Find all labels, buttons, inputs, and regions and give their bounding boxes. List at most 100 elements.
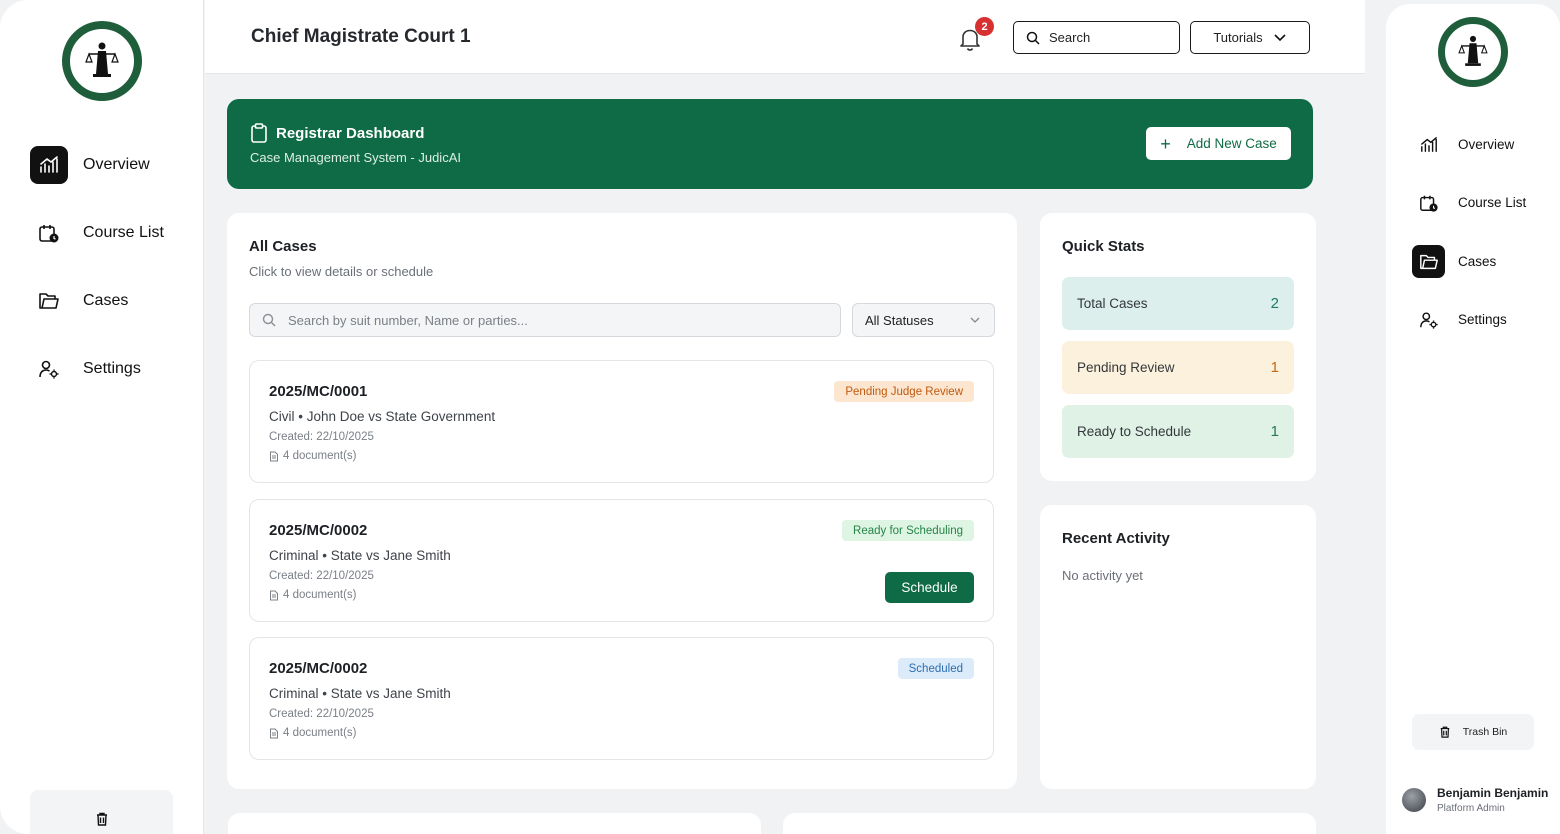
activity-empty-text: No activity yet <box>1062 568 1143 583</box>
all-cases-card: All Cases Click to view details or sched… <box>227 213 1017 789</box>
tutorials-label: Tutorials <box>1213 30 1263 45</box>
case-created: Created: 22/10/2025 <box>269 431 374 443</box>
sidebar-item-cases[interactable]: Cases <box>30 282 128 320</box>
case-card[interactable]: 2025/MC/0002 Criminal • State vs Jane Sm… <box>249 637 994 760</box>
case-search-input[interactable]: Search by suit number, Name or parties..… <box>249 303 841 337</box>
document-icon <box>270 590 278 600</box>
banner-subtitle: Case Management System - JudicAI <box>250 150 461 165</box>
case-number: 2025/MC/0002 <box>269 660 368 677</box>
trash-bin-button[interactable]: Trash Bin <box>1412 714 1534 750</box>
user-name: Benjamin Benjamin <box>1437 786 1549 800</box>
search-icon <box>262 313 276 327</box>
right-sidebar: Overview Course List Cases Settings Tras… <box>1386 4 1560 834</box>
bottom-card-right <box>783 813 1316 834</box>
dashboard-banner: Registrar Dashboard Case Management Syst… <box>227 99 1313 189</box>
case-number: 2025/MC/0002 <box>269 522 368 539</box>
search-button[interactable]: Search <box>1013 21 1180 54</box>
justice-statue-icon <box>1458 35 1488 66</box>
status-badge: Pending Judge Review <box>834 381 974 402</box>
add-new-case-button[interactable]: + Add New Case <box>1146 127 1291 160</box>
stat-label: Pending Review <box>1077 360 1175 375</box>
trash-bin-label: Trash Bin <box>1462 726 1508 738</box>
trash-icon <box>1440 726 1450 738</box>
status-badge: Ready for Scheduling <box>842 520 974 541</box>
case-parties: Civil • John Doe vs State Government <box>269 409 496 424</box>
bottom-card-left <box>228 813 761 834</box>
avatar <box>1402 788 1426 812</box>
sidebar-item-label: Settings <box>83 360 141 377</box>
case-number: 2025/MC/0001 <box>269 383 368 400</box>
case-created: Created: 22/10/2025 <box>269 570 374 582</box>
top-header: Chief Magistrate Court 1 2 Search Tutori… <box>205 0 1365 74</box>
case-documents: 4 document(s) <box>269 589 357 601</box>
sidebar-item-label: Cases <box>83 292 129 309</box>
chart-icon <box>30 146 68 184</box>
document-count: 4 document(s) <box>283 727 357 739</box>
user-role: Platform Admin <box>1437 803 1505 814</box>
case-card[interactable]: 2025/MC/0002 Criminal • State vs Jane Sm… <box>249 499 994 622</box>
case-search-placeholder: Search by suit number, Name or parties..… <box>288 312 528 328</box>
calendar-clock-icon <box>1412 186 1445 219</box>
document-count: 4 document(s) <box>283 589 357 601</box>
sidebar-item-cases[interactable]: Cases <box>1412 245 1496 278</box>
stat-label: Total Cases <box>1077 296 1148 311</box>
case-parties: Criminal • State vs Jane Smith <box>269 686 451 701</box>
status-filter-value: All Statuses <box>865 312 934 328</box>
add-case-label: Add New Case <box>1186 136 1277 151</box>
folder-icon <box>1412 245 1445 278</box>
justice-statue-icon <box>85 42 119 77</box>
sidebar-item-settings[interactable]: Settings <box>30 350 141 388</box>
user-gear-icon <box>1412 303 1445 336</box>
stat-ready-to-schedule: Ready to Schedule 1 <box>1062 405 1294 458</box>
case-documents: 4 document(s) <box>269 450 357 462</box>
judiciary-logo <box>1438 17 1508 87</box>
document-icon <box>270 451 278 461</box>
stat-pending-review: Pending Review 1 <box>1062 341 1294 394</box>
judiciary-logo <box>62 21 142 101</box>
document-count: 4 document(s) <box>283 450 357 462</box>
left-sidebar: Overview Course List Cases Settings <box>0 0 204 834</box>
schedule-button[interactable]: Schedule <box>885 572 974 603</box>
sidebar-item-overview[interactable]: Overview <box>30 146 150 184</box>
section-title: Quick Stats <box>1062 238 1145 255</box>
section-subtitle: Click to view details or schedule <box>249 264 434 279</box>
sidebar-item-label: Cases <box>1458 254 1497 269</box>
sidebar-item-settings[interactable]: Settings <box>1412 303 1507 336</box>
chevron-down-icon <box>1274 33 1286 41</box>
quick-stats-card: Quick Stats Total Cases 2 Pending Review… <box>1040 213 1316 481</box>
stat-value: 2 <box>1270 295 1279 312</box>
document-icon <box>270 728 278 738</box>
plus-icon: + <box>1160 133 1171 154</box>
sidebar-nav <box>16 108 188 798</box>
case-documents: 4 document(s) <box>269 727 357 739</box>
trash-bin-button[interactable] <box>30 790 173 834</box>
folder-icon <box>30 282 68 320</box>
sidebar-item-label: Overview <box>83 156 150 173</box>
section-title: Recent Activity <box>1062 530 1170 547</box>
calendar-clock-icon <box>30 214 68 252</box>
search-icon <box>1026 31 1040 45</box>
stat-value: 1 <box>1270 423 1279 440</box>
sidebar-item-label: Settings <box>1458 312 1507 327</box>
trash-icon <box>96 812 107 826</box>
clipboard-icon <box>251 123 267 143</box>
search-label: Search <box>1049 30 1091 45</box>
stat-value: 1 <box>1270 359 1279 376</box>
sidebar-item-label: Course List <box>83 224 164 241</box>
sidebar-item-course-list[interactable]: Course List <box>30 214 164 252</box>
case-card[interactable]: 2025/MC/0001 Civil • John Doe vs State G… <box>249 360 994 483</box>
user-gear-icon <box>30 350 68 388</box>
status-badge: Scheduled <box>897 658 974 679</box>
sidebar-item-overview[interactable]: Overview <box>1412 128 1514 161</box>
status-filter-select[interactable]: All Statuses <box>852 303 995 337</box>
sidebar-item-course-list[interactable]: Course List <box>1412 186 1526 219</box>
recent-activity-card: Recent Activity No activity yet <box>1040 505 1316 789</box>
stat-label: Ready to Schedule <box>1077 424 1192 439</box>
stat-total-cases: Total Cases 2 <box>1062 277 1294 330</box>
notification-badge: 2 <box>975 17 994 36</box>
tutorials-dropdown[interactable]: Tutorials <box>1190 21 1310 54</box>
user-profile[interactable]: Benjamin Benjamin Platform Admin <box>1402 786 1548 814</box>
case-created: Created: 22/10/2025 <box>269 708 374 720</box>
chevron-down-icon <box>970 317 980 323</box>
chart-icon <box>1412 128 1445 161</box>
